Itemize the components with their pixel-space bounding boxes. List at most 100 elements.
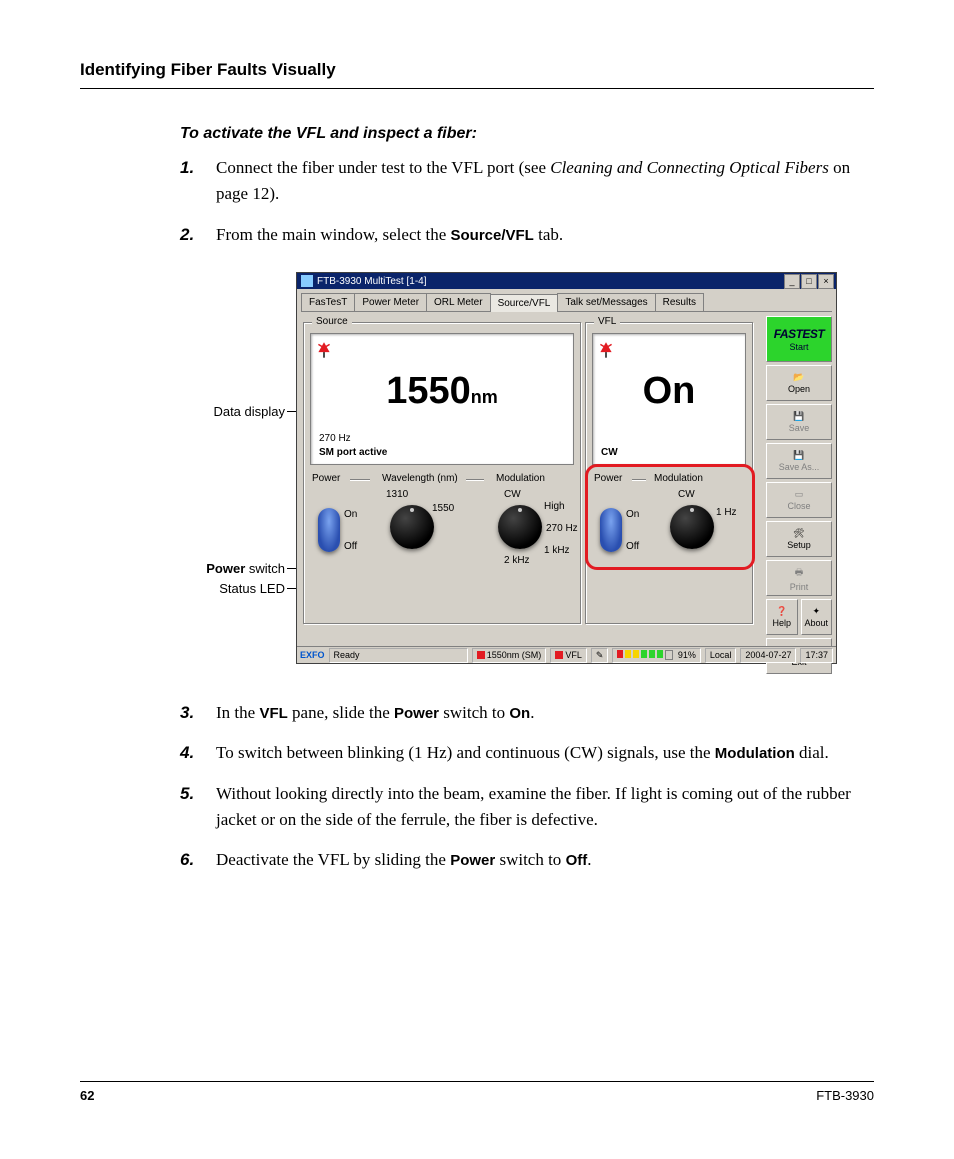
step-text: From the main window, select the Source/… <box>216 222 874 248</box>
app-icon <box>301 275 313 287</box>
label-on: On <box>344 509 357 520</box>
step: 6.Deactivate the VFL by sliding the Powe… <box>180 847 874 873</box>
screenshot-figure: Data display Power switch Status LED FTB… <box>80 272 874 672</box>
vfl-display: On CW <box>592 333 746 465</box>
page-header: Identifying Fiber Faults Visually <box>80 60 874 80</box>
label-270hz: 270 Hz <box>546 523 578 534</box>
label-1550: 1550 <box>432 503 454 514</box>
header-rule <box>80 88 874 89</box>
source-display: 1550nm 270 Hz SM port active <box>310 333 574 465</box>
tab-source-vfl[interactable]: Source/VFL <box>490 294 559 312</box>
step-number: 6. <box>180 847 216 873</box>
status-mode: Local <box>705 648 737 663</box>
step: 4.To switch between blinking (1 Hz) and … <box>180 740 874 766</box>
save-button[interactable]: 💾Save <box>766 404 832 440</box>
tab-talk-set-messages[interactable]: Talk set/Messages <box>557 293 655 311</box>
tools-icon: 🛠 <box>793 528 804 539</box>
procedure-title: To activate the VFL and inspect a fiber: <box>180 125 874 143</box>
vfl-state-value: On <box>593 370 745 413</box>
tab-power-meter[interactable]: Power Meter <box>354 293 427 311</box>
label-wavelength: Wavelength (nm) <box>382 473 458 484</box>
close-icon: ▭ <box>795 489 804 500</box>
step-text: Without looking directly into the beam, … <box>216 781 874 834</box>
laser-icon <box>317 340 331 360</box>
tab-orl-meter[interactable]: ORL Meter <box>426 293 491 311</box>
source-wavelength-unit: nm <box>471 387 498 407</box>
red-highlight <box>585 464 755 570</box>
label-1khz: 1 kHz <box>544 545 570 556</box>
step: 2.From the main window, select the Sourc… <box>180 222 874 248</box>
step: 1.Connect the fiber under test to the VF… <box>180 155 874 208</box>
steps-bottom: 3.In the VFL pane, slide the Power switc… <box>180 700 874 874</box>
steps-top: 1.Connect the fiber under test to the VF… <box>180 155 874 248</box>
step-text: To switch between blinking (1 Hz) and co… <box>216 740 874 766</box>
close-button[interactable]: ▭Close <box>766 482 832 518</box>
callout-power-switch: Power switch <box>80 561 285 576</box>
step-text: Connect the fiber under test to the VFL … <box>216 155 874 208</box>
status-source: 1550nm (SM) <box>472 648 547 663</box>
step-number: 4. <box>180 740 216 766</box>
step-number: 5. <box>180 781 216 834</box>
step-number: 3. <box>180 700 216 726</box>
print-icon: 🖶 <box>795 565 804 581</box>
page-footer: 62 FTB-3930 <box>80 1081 874 1103</box>
help-button[interactable]: ❓Help <box>766 599 798 635</box>
vfl-legend: VFL <box>594 316 620 327</box>
page-number: 62 <box>80 1088 94 1103</box>
brand-label: EXFO <box>300 650 325 660</box>
label-modulation: Modulation <box>496 473 545 484</box>
status-date: 2004-07-27 <box>740 648 796 663</box>
step-text: Deactivate the VFL by sliding the Power … <box>216 847 874 873</box>
wavelength-knob[interactable] <box>390 505 434 549</box>
print-button[interactable]: 🖶Print <box>766 560 832 596</box>
tab-bar: FasTesTPower MeterORL MeterSource/VFLTal… <box>301 293 832 312</box>
save-as-button[interactable]: 💾Save As... <box>766 443 832 479</box>
status-ready: Ready <box>329 648 468 663</box>
help-icon: ❓ <box>776 606 787 617</box>
status-vfl: VFL <box>550 648 587 663</box>
app-window: FTB-3930 MultiTest [1-4] _ □ × FasTesTPo… <box>296 272 837 664</box>
label-off: Off <box>344 541 357 552</box>
save-icon: 💾 <box>793 411 804 422</box>
about-button[interactable]: ✦About <box>801 599 833 635</box>
folder-open-icon: 📂 <box>793 372 804 383</box>
step: 5.Without looking directly into the beam… <box>180 781 874 834</box>
tab-fastest[interactable]: FasTesT <box>301 293 355 311</box>
model-number: FTB-3930 <box>816 1088 874 1103</box>
source-freq: 270 Hz <box>319 433 351 444</box>
status-time: 17:37 <box>800 648 833 663</box>
label-cw: CW <box>504 489 521 500</box>
status-battery: 91% <box>612 648 701 663</box>
step-number: 1. <box>180 155 216 208</box>
label-power: Power <box>312 473 340 484</box>
about-icon: ✦ <box>812 606 820 617</box>
source-port-status: SM port active <box>319 447 387 458</box>
source-group: Source 1550nm 270 Hz SM port active Powe… <box>303 322 581 624</box>
callout-status-led: Status LED <box>80 581 285 596</box>
sidebar: FASTEST Start 📂Open 💾Save 💾Save As... ▭C… <box>766 316 832 674</box>
source-power-switch[interactable] <box>318 508 340 552</box>
status-bar: EXFO Ready 1550nm (SM) VFL ✎ 91% <box>297 646 836 663</box>
step-text: In the VFL pane, slide the Power switch … <box>216 700 874 726</box>
open-button[interactable]: 📂Open <box>766 365 832 401</box>
tab-results[interactable]: Results <box>655 293 704 311</box>
source-legend: Source <box>312 316 352 327</box>
fastest-start-button[interactable]: FASTEST Start <box>766 316 832 362</box>
label-high: High <box>544 501 565 512</box>
step: 3.In the VFL pane, slide the Power switc… <box>180 700 874 726</box>
setup-button[interactable]: 🛠Setup <box>766 521 832 557</box>
label-2khz: 2 kHz <box>504 555 530 566</box>
status-indicator-icon: ✎ <box>591 648 609 663</box>
label-1310: 1310 <box>386 489 408 500</box>
close-button[interactable]: × <box>818 274 834 289</box>
step-number: 2. <box>180 222 216 248</box>
vfl-mode: CW <box>601 447 618 458</box>
window-title: FTB-3930 MultiTest [1-4] <box>317 276 426 287</box>
source-modulation-knob[interactable] <box>498 505 542 549</box>
callout-data-display: Data display <box>80 404 285 419</box>
titlebar: FTB-3930 MultiTest [1-4] _ □ × <box>297 273 836 289</box>
maximize-button[interactable]: □ <box>801 274 817 289</box>
minimize-button[interactable]: _ <box>784 274 800 289</box>
laser-icon <box>599 340 613 360</box>
source-wavelength-value: 1550 <box>386 370 471 412</box>
